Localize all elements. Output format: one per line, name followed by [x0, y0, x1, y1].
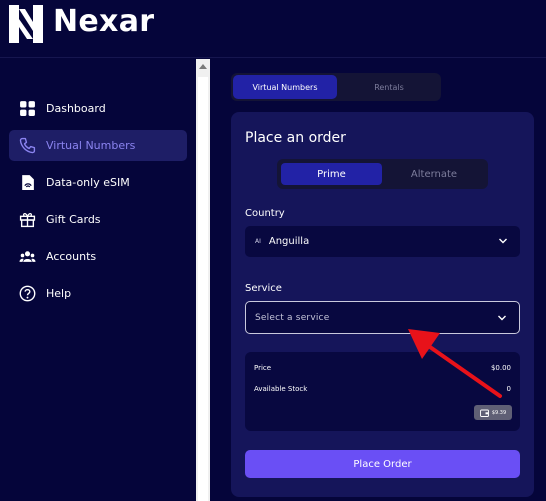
chevron-down-icon — [498, 315, 506, 321]
stock-value: 0 — [506, 385, 511, 393]
plan-toggle: Prime Alternate — [277, 159, 488, 189]
country-label: Country — [245, 208, 285, 219]
nexar-logo-icon — [9, 5, 43, 43]
sidebar-item-data-esim[interactable]: Data-only eSIM — [9, 167, 187, 198]
country-select[interactable]: AI Anguilla — [245, 226, 520, 257]
sidebar-item-label: Data-only eSIM — [46, 176, 130, 189]
order-title: Place an order — [245, 130, 346, 146]
sidebar-item-label: Help — [46, 287, 72, 300]
users-icon — [18, 248, 36, 266]
sidebar: Dashboard Virtual Numbers Data-only eSIM… — [0, 59, 196, 501]
price-row: Price $0.00 — [254, 364, 511, 372]
country-value: Anguilla — [268, 236, 310, 247]
sidebar-item-label: Dashboard — [46, 102, 106, 115]
stock-label: Available Stock — [254, 385, 308, 393]
sidebar-item-accounts[interactable]: Accounts — [9, 241, 187, 272]
tab-rentals[interactable]: Rentals — [339, 75, 439, 99]
gift-icon — [18, 211, 36, 229]
scroll-up-arrow-icon[interactable] — [199, 64, 207, 69]
brand-name: Nexar — [53, 4, 155, 39]
tab-virtual-numbers[interactable]: Virtual Numbers — [233, 75, 337, 99]
sidebar-item-dashboard[interactable]: Dashboard — [9, 93, 187, 124]
top-header: Nexar — [0, 0, 546, 58]
wallet-icon — [479, 409, 489, 417]
page-tabs: Virtual Numbers Rentals — [231, 73, 441, 101]
alternate-toggle-button[interactable]: Alternate — [384, 163, 484, 185]
chevron-down-icon — [499, 238, 507, 244]
stock-row: Available Stock 0 — [254, 385, 511, 393]
sidebar-item-label: Virtual Numbers — [46, 139, 136, 152]
country-code: AI — [255, 238, 261, 245]
sidebar-item-virtual-numbers[interactable]: Virtual Numbers — [9, 130, 187, 161]
wallet-balance: $9.39 — [491, 409, 507, 416]
sidebar-item-gift-cards[interactable]: Gift Cards — [9, 204, 187, 235]
prime-toggle-button[interactable]: Prime — [281, 163, 382, 185]
sidebar-item-label: Gift Cards — [46, 213, 101, 226]
price-label: Price — [254, 364, 272, 372]
sidebar-scrollbar[interactable] — [196, 59, 210, 501]
order-summary: Price $0.00 Available Stock 0 $9.39 — [245, 352, 520, 431]
order-card: Place an order Prime Alternate Country A… — [231, 112, 534, 497]
main-content: Virtual Numbers Rentals Place an order P… — [211, 59, 546, 501]
service-label: Service — [245, 283, 282, 294]
help-icon — [18, 285, 36, 303]
scrollbar-thumb[interactable] — [198, 77, 208, 501]
service-select[interactable]: Select a service — [245, 301, 520, 334]
phone-icon — [18, 137, 36, 155]
place-order-button[interactable]: Place Order — [245, 450, 520, 478]
sidebar-item-help[interactable]: Help — [9, 278, 187, 309]
esim-icon — [18, 174, 36, 192]
sidebar-item-label: Accounts — [46, 250, 97, 263]
service-placeholder: Select a service — [255, 312, 330, 323]
wallet-balance-badge: $9.39 — [474, 405, 512, 420]
dashboard-icon — [18, 100, 36, 118]
price-value: $0.00 — [490, 364, 511, 372]
